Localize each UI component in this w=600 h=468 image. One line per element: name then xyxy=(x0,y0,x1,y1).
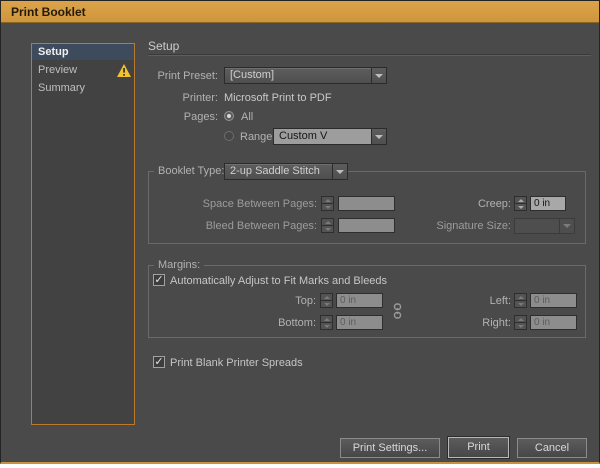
sidebar-item-setup[interactable]: Setup xyxy=(32,44,134,60)
signature-size-value xyxy=(515,219,559,233)
booklet-type-dropdown[interactable]: 2-up Saddle Stitch xyxy=(224,163,348,180)
page-title: Setup xyxy=(148,39,179,53)
printer-value: Microsoft Print to PDF xyxy=(224,92,332,105)
margin-left-stepper xyxy=(514,293,527,308)
print-blank-spreads-label: Print Blank Printer Spreads xyxy=(170,357,303,370)
print-preset-dropdown[interactable]: [Custom] xyxy=(224,67,387,84)
margin-bottom-label: Bottom: xyxy=(246,317,316,330)
checkmark-icon: ✓ xyxy=(154,274,163,286)
heading-divider xyxy=(148,54,591,56)
signature-size-dropdown xyxy=(514,218,575,234)
print-preset-label: Print Preset: xyxy=(108,70,218,83)
margin-right-stepper xyxy=(514,315,527,330)
range-combobox[interactable]: Custom V xyxy=(273,128,387,145)
sidebar-item-label: Setup xyxy=(38,46,69,58)
print-booklet-dialog: Print Booklet Setup Preview Summary xyxy=(0,0,600,464)
space-between-pages-stepper xyxy=(321,196,334,211)
creep-stepper[interactable] xyxy=(514,196,527,211)
range-value: Custom V xyxy=(274,129,371,144)
creep-field[interactable]: 0 in xyxy=(530,196,566,211)
margin-bottom-stepper xyxy=(320,315,333,330)
margins-label: Margins: xyxy=(154,259,204,271)
margin-right-field: 0 in xyxy=(530,315,577,330)
dialog-titlebar[interactable]: Print Booklet xyxy=(1,1,599,23)
chevron-down-icon xyxy=(371,129,386,144)
dialog-title: Print Booklet xyxy=(11,5,86,19)
space-between-pages-field xyxy=(338,196,395,211)
pages-all-label: All xyxy=(241,111,253,124)
printer-label: Printer: xyxy=(108,92,218,105)
link-margins-icon[interactable] xyxy=(391,303,404,324)
pages-label: Pages: xyxy=(108,111,218,124)
margin-top-field: 0 in xyxy=(336,293,383,308)
print-preset-value: [Custom] xyxy=(225,68,371,83)
bleed-between-pages-label: Bleed Between Pages: xyxy=(167,220,317,233)
chevron-down-icon xyxy=(332,164,347,179)
booklet-type-label: Booklet Type: xyxy=(154,165,228,177)
creep-label: Creep: xyxy=(411,198,511,211)
sidebar-item-label: Summary xyxy=(38,82,85,94)
bleed-between-pages-stepper xyxy=(321,218,334,233)
margin-top-label: Top: xyxy=(246,295,316,308)
bleed-between-pages-field xyxy=(338,218,395,233)
print-settings-button[interactable]: Print Settings... xyxy=(340,438,440,458)
margin-left-field: 0 in xyxy=(530,293,577,308)
margin-bottom-field: 0 in xyxy=(336,315,383,330)
chevron-down-icon xyxy=(559,219,574,233)
booklet-type-value: 2-up Saddle Stitch xyxy=(225,164,332,179)
auto-adjust-label: Automatically Adjust to Fit Marks and Bl… xyxy=(170,275,387,288)
pages-range-radio[interactable] xyxy=(224,131,234,141)
signature-size-label: Signature Size: xyxy=(396,220,511,233)
pages-all-radio[interactable] xyxy=(224,111,234,121)
checkmark-icon: ✓ xyxy=(154,356,163,368)
chevron-down-icon xyxy=(371,68,386,83)
margin-left-label: Left: xyxy=(451,295,511,308)
margin-top-stepper xyxy=(320,293,333,308)
sidebar-item-label: Preview xyxy=(38,64,77,76)
space-between-pages-label: Space Between Pages: xyxy=(167,198,317,211)
margin-right-label: Right: xyxy=(451,317,511,330)
cancel-button[interactable]: Cancel xyxy=(517,438,587,458)
pages-range-label: Range: xyxy=(240,131,275,144)
auto-adjust-checkbox[interactable]: ✓ xyxy=(153,274,165,286)
print-blank-spreads-checkbox[interactable]: ✓ xyxy=(153,356,165,368)
print-button[interactable]: Print xyxy=(448,437,509,458)
screenshot: Print Booklet Setup Preview Summary xyxy=(0,0,600,468)
